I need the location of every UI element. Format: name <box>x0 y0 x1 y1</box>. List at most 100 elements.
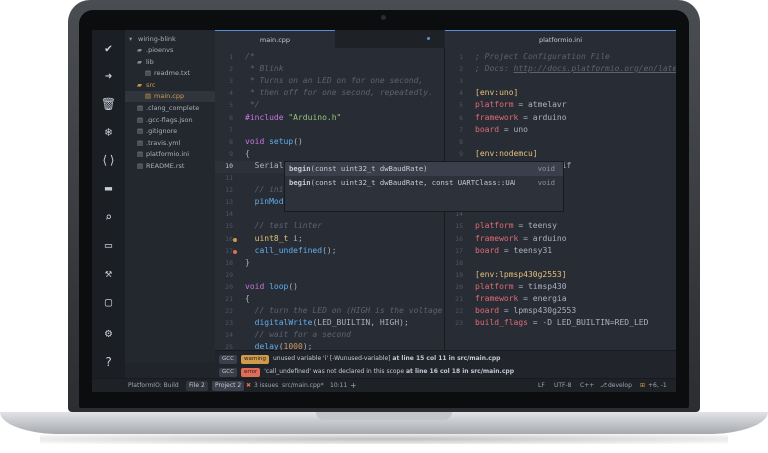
tree-item[interactable]: ▤ .travis.yml <box>125 138 227 149</box>
tree-item-label: lib <box>146 57 154 66</box>
autocomplete-description <box>285 190 563 210</box>
line-number: 23 <box>225 319 233 328</box>
file-path[interactable]: src/main.cpp* <box>282 379 324 392</box>
file-tab[interactable]: File 2 <box>186 381 208 391</box>
lint-source-badge: GCC <box>219 368 237 377</box>
code-line: platform = atmelavr <box>475 100 567 110</box>
project-tab[interactable]: Project 2 <box>212 381 245 391</box>
line-number: 8 <box>229 137 233 146</box>
line-number: 9 <box>459 149 463 158</box>
code-icon[interactable]: ⟨⟩ <box>92 150 125 170</box>
tree-item[interactable]: ▤ .gitignore <box>125 126 227 137</box>
lint-error-row[interactable]: GCC error'call_undefined' was not declare… <box>219 366 514 378</box>
code-line: framework = arduino <box>475 233 567 243</box>
folder-icon[interactable]: ▬ <box>92 178 125 198</box>
code-line: void loop() <box>245 281 298 291</box>
tree-item[interactable]: ▤ .gcc-flags.json <box>125 115 227 126</box>
autocomplete-item[interactable]: begin(const uint32_t dwBaudRate) void <box>285 162 563 176</box>
line-number: 4 <box>229 89 233 98</box>
trash-icon[interactable]: 🗑 <box>92 94 125 114</box>
warning-marker-icon[interactable] <box>233 237 237 242</box>
issues-count[interactable]: 3 issues <box>254 379 278 392</box>
build-status[interactable]: PlatformIO: Build <box>128 379 179 392</box>
tree-item-label: README.rst <box>146 162 185 170</box>
tree-item[interactable]: ▤ README.rst <box>125 161 227 172</box>
file-icon: ▤ <box>137 115 144 124</box>
right-tab-bar: platformio.ini <box>445 30 676 49</box>
lint-source-badge: GCC <box>219 355 237 364</box>
line-number: 17 <box>225 246 233 255</box>
line-number: 20 <box>225 282 233 291</box>
tree-root[interactable]: ▾ wiring-blink <box>129 34 176 45</box>
code-line: void setup() <box>245 136 303 146</box>
code-line: // test linter <box>245 221 323 231</box>
window-icon[interactable]: ▢ <box>92 292 125 312</box>
line-number: 6 <box>459 113 463 122</box>
line-number: 9 <box>229 149 233 158</box>
tree-item-label: .gitignore <box>146 127 178 136</box>
code-line: } <box>245 257 250 267</box>
cursor-position[interactable]: 10:11 <box>330 379 347 392</box>
encoding[interactable]: UTF-8 <box>554 379 572 392</box>
check-icon[interactable]: ✔ <box>92 38 125 58</box>
tab-platformio-ini[interactable]: platformio.ini <box>445 30 676 49</box>
file-icon: ▤ <box>137 162 144 170</box>
suggestion-name: begin <box>289 178 311 187</box>
line-number: 7 <box>459 125 463 134</box>
lint-location[interactable]: at line 15 col 11 in src/main.cpp <box>392 355 500 362</box>
laptop-notch <box>316 412 452 420</box>
line-number: 22 <box>455 307 463 316</box>
terminal-icon[interactable]: ▭ <box>92 235 125 255</box>
git-branch[interactable]: develop <box>608 379 632 392</box>
lint-message: 'call_undefined' was not declared in thi… <box>264 368 405 375</box>
folder-icon: ▰ <box>137 46 142 54</box>
git-diff[interactable]: +6, -1 <box>648 379 667 392</box>
tree-item-label: src <box>146 80 156 89</box>
tree-item[interactable]: ▰ src <box>125 80 227 91</box>
file-icon: ▤ <box>137 127 144 136</box>
camera-icon <box>381 15 386 20</box>
gear-icon[interactable]: ⚙ <box>92 323 125 343</box>
lint-location[interactable]: at line 16 col 18 in src/main.cpp <box>406 368 514 375</box>
error-badge: error <box>240 368 261 377</box>
line-number: 23 <box>455 319 463 328</box>
autocomplete-popup: begin(const uint32_t dwBaudRate) void be… <box>284 161 564 212</box>
tab-main-cpp[interactable]: main.cpp <box>215 30 335 49</box>
code-line: digitalWrite(LED_BUILTIN, HIGH); <box>245 318 409 328</box>
code-line: [env:nodemcu] <box>475 148 538 158</box>
help-icon[interactable]: ? <box>92 352 125 372</box>
tree-item[interactable]: ▤ .clang_complete <box>125 103 227 114</box>
tab-label: platformio.ini <box>538 36 583 44</box>
line-number: 21 <box>455 295 463 303</box>
wrench-icon[interactable]: ⚒ <box>92 263 125 283</box>
line-ending[interactable]: LF <box>538 379 545 392</box>
diff-icon: ⊞ <box>640 382 646 389</box>
code-line: framework = energia <box>475 294 567 303</box>
file-icon: ▤ <box>137 138 144 147</box>
code-line: * then off for one second, repeatedly. <box>245 88 433 98</box>
line-number: 16 <box>225 234 233 243</box>
code-line: [env:lpmsp430g2553] <box>475 269 567 279</box>
line-number: 3 <box>229 77 233 86</box>
autocomplete-item[interactable]: begin(const uint32_t dwBaudRate, const U… <box>285 176 563 190</box>
grammar[interactable]: C++ <box>580 379 594 392</box>
code-line: { <box>245 294 250 303</box>
error-marker-icon[interactable] <box>233 249 237 254</box>
tree-item[interactable]: ▰ .pioenvs <box>125 45 227 56</box>
arrow-right-icon[interactable]: ➜ <box>92 66 125 86</box>
tree-item[interactable]: ▤ platformio.ini <box>125 149 227 160</box>
file-icon: ▤ <box>145 92 152 101</box>
add-icon[interactable]: + <box>350 379 357 392</box>
search-icon[interactable]: ⌕ <box>92 207 125 227</box>
code-line: ; Docs: http://docs.platformio.org/en/la… <box>475 64 676 74</box>
code-line: // wait for a second <box>245 330 351 340</box>
code-line: platform = timsp430 <box>475 281 567 291</box>
branch-icon: ⎇ <box>600 382 607 389</box>
tab-label: main.cpp <box>259 36 291 44</box>
lint-warning-row[interactable]: GCC warning unused variable 'i' [-Wunused-… <box>219 353 500 365</box>
snowflake-icon[interactable]: ❄ <box>92 122 125 142</box>
line-number: 2 <box>229 65 233 74</box>
code-line: board = teensy31 <box>475 245 553 255</box>
tree-item[interactable]: ▰ lib <box>125 57 227 68</box>
laptop-shadow <box>40 434 728 444</box>
